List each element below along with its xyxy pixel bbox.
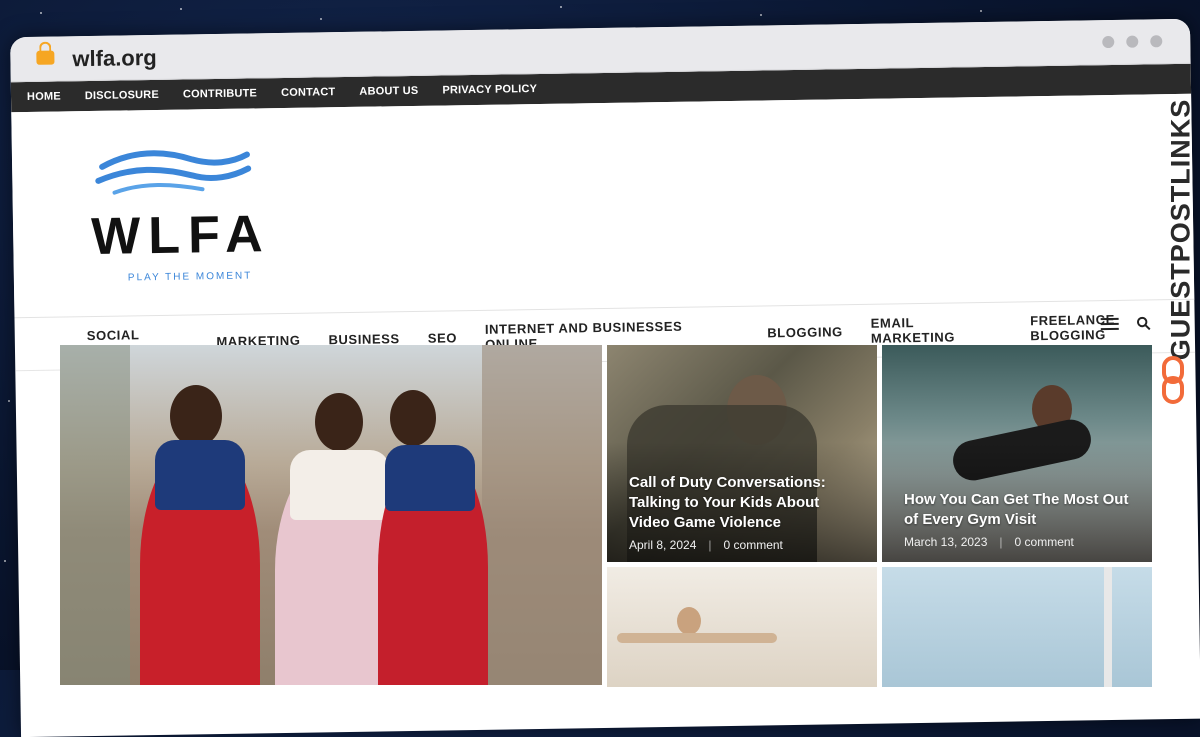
post-card-image[interactable] [882,567,1152,687]
window-controls [1102,35,1163,49]
lock-icon [36,50,55,65]
url-text[interactable]: wlfa.org [72,45,157,72]
meta-separator: | [999,535,1003,549]
meta-separator: | [708,538,712,552]
top-menu-contact[interactable]: CONTACT [281,86,336,99]
site-header: WLFA PLAY THE MOMENT [11,93,1195,319]
post-title[interactable]: Call of Duty Conversations: Talking to Y… [629,473,854,533]
window-dot-icon[interactable] [1102,35,1115,49]
wave-logo-icon[interactable] [92,146,253,199]
top-menu-disclosure[interactable]: DISCLOSURE [85,89,159,102]
link-chain-icon [1162,356,1184,404]
site-logo-text[interactable]: WLFA [91,204,271,267]
post-card[interactable]: Call of Duty Conversations: Talking to Y… [607,345,877,562]
featured-post-image-hanbok[interactable] [60,345,602,685]
post-comments[interactable]: 0 comment [724,538,783,552]
post-title[interactable]: How You Can Get The Most Out of Every Gy… [904,490,1139,530]
window-dot-icon[interactable] [1126,35,1139,48]
post-card[interactable]: How You Can Get The Most Out of Every Gy… [882,345,1152,562]
post-card-image[interactable] [607,567,877,687]
watermark-text: GUESTPOSTLINKS [1165,98,1196,361]
post-comments[interactable]: 0 comment [1015,535,1074,549]
menu-seo[interactable]: SEO [428,330,457,345]
menu-email-marketing[interactable]: EMAIL MARKETING [871,314,1003,346]
search-icon[interactable] [1136,316,1151,331]
post-date: March 13, 2023 [904,535,988,549]
post-meta: March 13, 2023 | 0 comment [904,535,1074,549]
site-tagline: PLAY THE MOMENT [127,270,253,284]
watermark-badge: GUESTPOSTLINKS [1160,54,1196,404]
nav-tools [1100,316,1151,331]
menu-blogging[interactable]: BLOGGING [767,324,843,340]
top-menu-home[interactable]: HOME [27,90,61,103]
post-date: April 8, 2024 [629,538,697,552]
window-dot-icon[interactable] [1150,35,1163,48]
top-menu-contribute[interactable]: CONTRIBUTE [183,87,257,100]
post-meta: April 8, 2024 | 0 comment [629,538,783,552]
top-menu-privacy-policy[interactable]: PRIVACY POLICY [442,83,537,96]
hamburger-menu-icon[interactable] [1100,317,1119,331]
top-menu-about-us[interactable]: ABOUT US [359,85,418,98]
featured-posts-grid: Call of Duty Conversations: Talking to Y… [60,345,1152,687]
